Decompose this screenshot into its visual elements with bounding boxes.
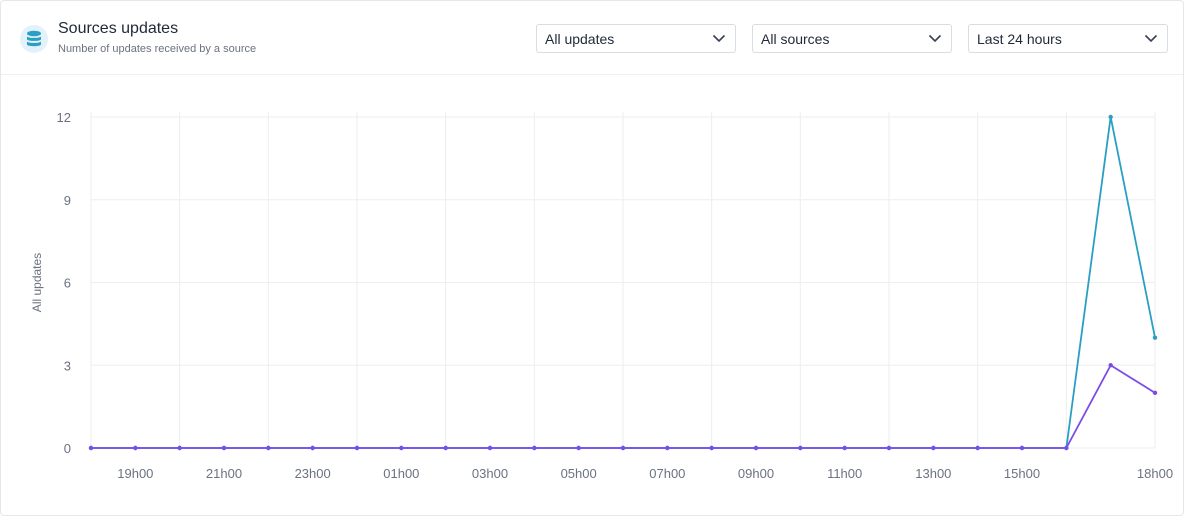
data-point bbox=[1152, 390, 1158, 396]
sources-filter-select[interactable]: All sources bbox=[752, 24, 952, 53]
data-point bbox=[221, 445, 227, 451]
card-title: Sources updates bbox=[58, 20, 179, 37]
updates-filter-select[interactable]: All updates bbox=[536, 24, 736, 53]
x-tick-label: 01h00 bbox=[383, 466, 419, 481]
card-header: Sources updates Number of updates receiv… bbox=[1, 1, 1183, 75]
data-point bbox=[354, 445, 360, 451]
data-point bbox=[1064, 445, 1069, 451]
data-point bbox=[576, 445, 581, 451]
data-point bbox=[975, 445, 980, 451]
sources-updates-card: Sources updates Number of updates receiv… bbox=[0, 0, 1184, 516]
database-icon bbox=[20, 25, 48, 53]
data-point bbox=[310, 445, 315, 451]
data-point bbox=[532, 445, 537, 451]
y-tick-label: 12 bbox=[57, 110, 71, 125]
x-tick-label: 11h00 bbox=[827, 466, 862, 481]
x-tick-label: 13h00 bbox=[915, 466, 951, 481]
y-tick-label: 3 bbox=[64, 358, 71, 373]
data-point bbox=[620, 445, 626, 451]
data-point bbox=[266, 445, 271, 451]
data-point bbox=[753, 445, 759, 451]
data-point bbox=[177, 445, 182, 451]
updates-line-chart: 0 3 6 9 12 All updates 19h00 21h00 23h00 01h00 03h… bbox=[30, 110, 1173, 481]
time-range-select[interactable]: Last 24 hours bbox=[968, 24, 1168, 53]
data-point bbox=[133, 445, 138, 451]
x-tick-label: 09h00 bbox=[738, 466, 774, 481]
data-point bbox=[709, 445, 714, 451]
time-range-value: Last 24 hours bbox=[977, 31, 1062, 47]
x-tick-label: 05h00 bbox=[561, 466, 597, 481]
data-point bbox=[487, 445, 493, 451]
data-point bbox=[1019, 445, 1025, 451]
data-point bbox=[443, 445, 448, 451]
x-tick-label: 03h00 bbox=[472, 466, 508, 481]
y-axis-label: All updates bbox=[30, 253, 44, 312]
x-tick-label: 15h00 bbox=[1004, 466, 1040, 481]
data-point bbox=[931, 445, 936, 451]
chevron-down-icon bbox=[928, 34, 942, 43]
data-point bbox=[798, 445, 803, 451]
data-point bbox=[665, 445, 670, 451]
data-point bbox=[842, 445, 847, 451]
updates-filter-value: All updates bbox=[545, 31, 615, 47]
card-subtitle: Number of updates received by a source bbox=[58, 43, 257, 55]
chevron-down-icon bbox=[1144, 34, 1158, 43]
data-point bbox=[88, 445, 94, 451]
x-tick-label: 07h00 bbox=[649, 466, 685, 481]
y-tick-label: 9 bbox=[64, 193, 71, 208]
data-point bbox=[1108, 363, 1113, 368]
y-tick-label: 0 bbox=[64, 441, 71, 456]
data-point bbox=[399, 445, 404, 451]
data-point bbox=[1152, 335, 1158, 340]
data-point bbox=[886, 445, 892, 451]
chevron-down-icon bbox=[712, 34, 726, 43]
x-tick-label: 21h00 bbox=[206, 466, 242, 481]
y-tick-label: 6 bbox=[64, 276, 71, 291]
data-point bbox=[1108, 114, 1113, 120]
x-tick-label: 18h00 bbox=[1137, 466, 1173, 481]
x-tick-label: 19h00 bbox=[117, 466, 153, 481]
sources-filter-value: All sources bbox=[761, 31, 830, 47]
x-tick-label: 23h00 bbox=[295, 466, 331, 481]
